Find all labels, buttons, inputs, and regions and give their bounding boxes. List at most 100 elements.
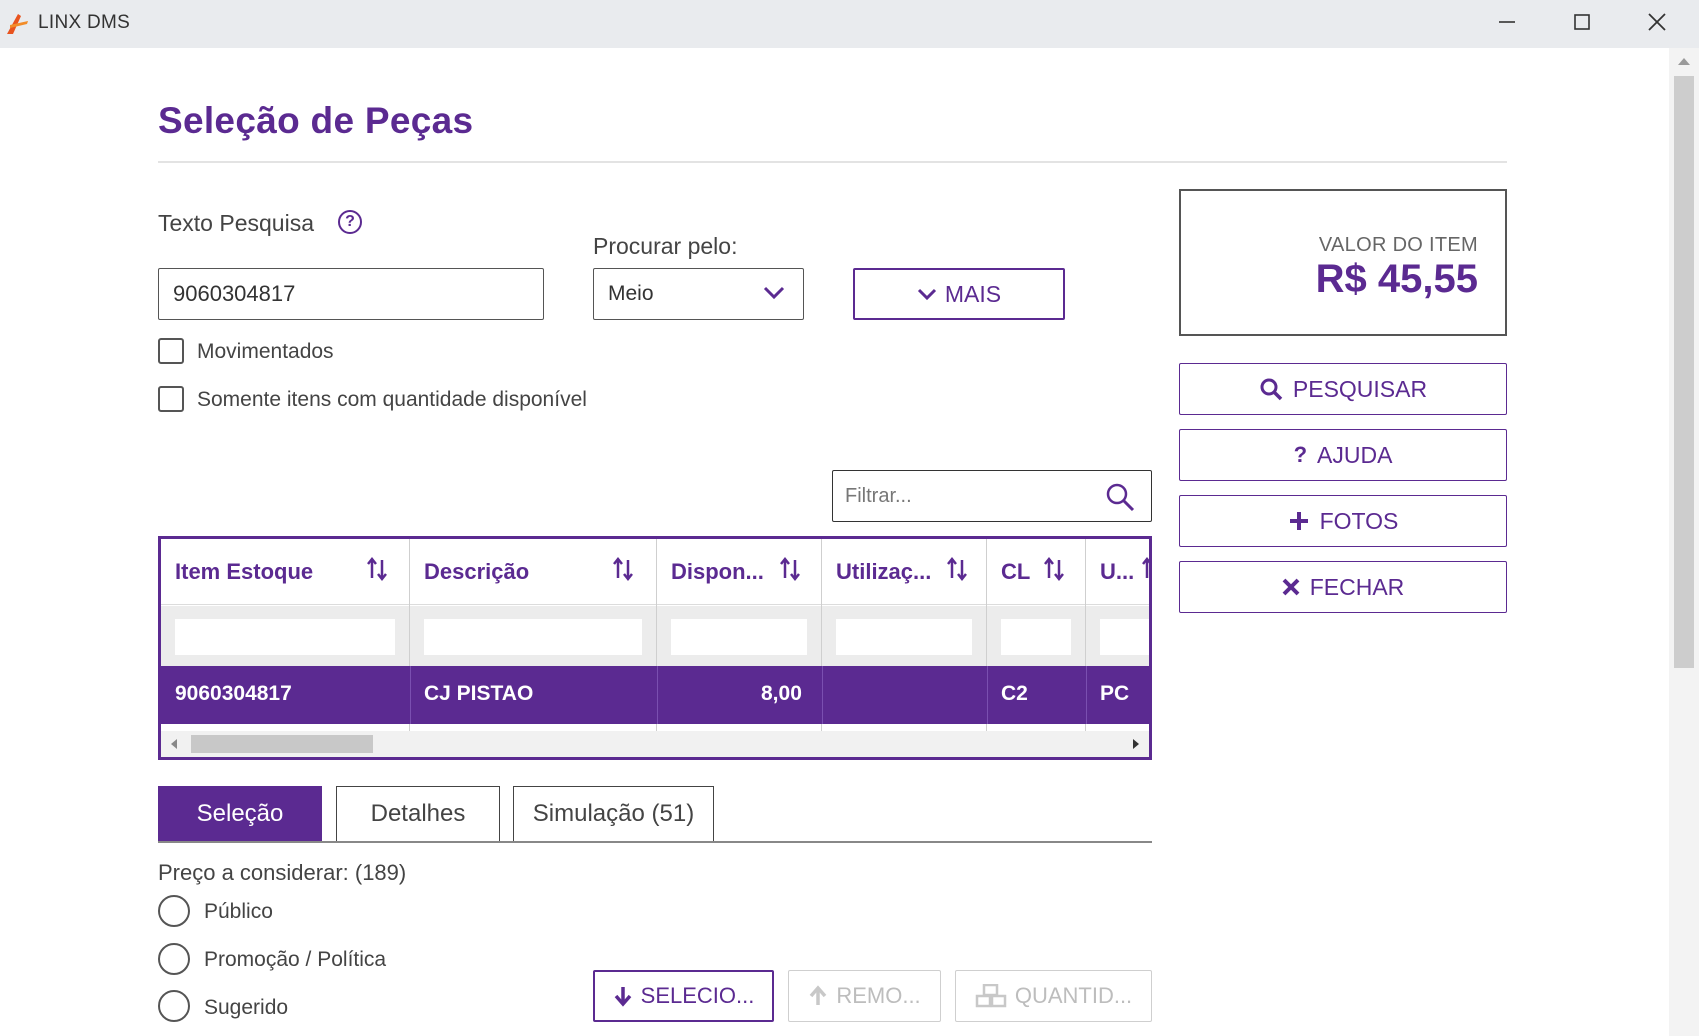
somente-disponivel-label: Somente itens com quantidade disponível <box>197 388 587 411</box>
column-header[interactable]: Descrição <box>410 539 656 605</box>
column-filter-input[interactable] <box>671 619 807 655</box>
sort-icon[interactable] <box>946 557 968 581</box>
radio-promocao[interactable] <box>158 943 190 975</box>
tab-detalhes[interactable]: Detalhes <box>336 786 500 842</box>
remover-label: REMO... <box>836 983 921 1008</box>
column-filter-cell <box>1086 606 1149 666</box>
procurar-label: Procurar pelo: <box>593 233 738 259</box>
ajuda-label: AJUDA <box>1317 441 1393 468</box>
close-icon <box>1282 578 1300 596</box>
column-filter-cell <box>822 606 986 666</box>
fechar-label: FECHAR <box>1309 573 1405 600</box>
row-divider <box>987 666 988 724</box>
cubes-icon <box>975 984 1007 1008</box>
minimize-icon <box>1499 21 1515 23</box>
row-divider <box>410 666 411 724</box>
mais-button-label: MAIS <box>944 280 1002 307</box>
preco-label: Preço a considerar: (189) <box>158 860 407 885</box>
question-icon: ? <box>1293 442 1308 467</box>
vertical-scrollbar[interactable] <box>1669 48 1699 1036</box>
filter-input[interactable] <box>845 483 1085 509</box>
column-header[interactable]: Item Estoque <box>161 539 409 605</box>
column-filter-input[interactable] <box>836 619 972 655</box>
column-header[interactable]: Dispon... <box>657 539 821 605</box>
sort-icon[interactable] <box>1043 557 1065 581</box>
column-filter-cell <box>657 606 821 666</box>
column-filter-cell <box>161 606 409 666</box>
column-header[interactable]: Utilizaç... <box>822 539 986 605</box>
ajuda-button[interactable]: ? AJUDA <box>1179 429 1507 481</box>
sort-icon[interactable] <box>1141 557 1152 581</box>
column-filter-cell <box>410 606 656 666</box>
sort-icon[interactable] <box>612 557 634 581</box>
tab-divider <box>158 841 1152 843</box>
column-filter-input[interactable] <box>1001 619 1071 655</box>
hscroll-thumb[interactable] <box>191 735 373 753</box>
row-divider <box>1086 666 1087 724</box>
valor-item-box: VALOR DO ITEM R$ 45,55 <box>1179 189 1507 336</box>
column-filter-input[interactable] <box>175 619 395 655</box>
somente-disponivel-checkbox[interactable] <box>158 386 184 412</box>
remover-button[interactable]: REMO... <box>788 970 941 1022</box>
horizontal-scrollbar[interactable] <box>161 731 1149 757</box>
fotos-button[interactable]: FOTOS <box>1179 495 1507 547</box>
pesquisar-button[interactable]: PESQUISAR <box>1179 363 1507 415</box>
procurar-select[interactable]: Meio <box>593 268 804 320</box>
column-header-label: Descrição <box>424 559 530 584</box>
column-header-label: Item Estoque <box>175 559 314 584</box>
chevron-down-icon <box>917 288 936 301</box>
scroll-left-arrow-icon[interactable] <box>171 739 177 749</box>
column-filter-input[interactable] <box>424 619 642 655</box>
row-divider <box>657 666 658 724</box>
sort-icon[interactable] <box>779 557 801 581</box>
quantidade-button[interactable]: QUANTID... <box>955 970 1152 1022</box>
radio-publico-label: Público <box>204 900 273 923</box>
quantidade-label: QUANTID... <box>1014 983 1133 1008</box>
cell-item-estoque: 9060304817 <box>175 682 292 705</box>
selecionar-label: SELECIO... <box>640 983 755 1008</box>
row-divider <box>822 666 823 724</box>
fechar-button[interactable]: FECHAR <box>1179 561 1507 613</box>
radio-publico[interactable] <box>158 895 190 927</box>
tab-selecao[interactable]: Seleção <box>158 786 322 842</box>
chevron-down-icon <box>763 286 785 300</box>
valor-item-caption: VALOR DO ITEM <box>1318 234 1478 256</box>
scroll-up-arrow-icon[interactable] <box>1678 58 1690 65</box>
cell-cl: C2 <box>1001 682 1028 705</box>
page-title: Seleção de Peças <box>158 100 474 141</box>
column-header-label: Utilizaç... <box>836 559 932 584</box>
column-filter-input[interactable] <box>1100 619 1149 655</box>
column-header[interactable]: U... <box>1086 539 1152 605</box>
cell-unidade: PC <box>1100 682 1130 705</box>
scroll-right-arrow-icon[interactable] <box>1133 739 1139 749</box>
mais-button[interactable]: MAIS <box>853 268 1065 320</box>
search-icon[interactable] <box>1105 482 1135 512</box>
minimize-button[interactable] <box>1470 0 1544 44</box>
search-text-label: Texto Pesquisa <box>158 210 314 236</box>
parts-grid: Item Estoque Descrição Dispon... Utiliza… <box>158 536 1152 760</box>
column-header-label: Dispon... <box>671 559 764 584</box>
window-title: LINX DMS <box>38 12 131 33</box>
search-input[interactable] <box>158 268 544 320</box>
movimentados-checkbox[interactable] <box>158 338 184 364</box>
radio-sugerido[interactable] <box>158 990 190 1022</box>
scrollbar-thumb[interactable] <box>1674 76 1694 668</box>
selecionar-button[interactable]: SELECIO... <box>593 970 774 1022</box>
tab-simulacao[interactable]: Simulação (51) <box>513 786 714 842</box>
radio-promocao-label: Promoção / Política <box>204 948 387 971</box>
arrow-up-icon <box>810 985 827 1005</box>
title-divider <box>158 161 1507 163</box>
close-window-button[interactable] <box>1620 0 1694 44</box>
linx-logo-icon <box>7 14 28 34</box>
fotos-label: FOTOS <box>1319 507 1399 534</box>
column-header[interactable]: CL <box>987 539 1085 605</box>
filter-box[interactable] <box>832 470 1152 522</box>
table-row[interactable]: 9060304817 CJ PISTAO 8,00 C2 PC <box>161 666 1149 724</box>
search-icon <box>1260 378 1283 401</box>
maximize-button[interactable] <box>1545 0 1619 44</box>
sort-icon[interactable] <box>366 557 388 581</box>
help-circle-icon[interactable]: ? <box>338 210 362 234</box>
column-header-label: U... <box>1100 559 1135 584</box>
pesquisar-label: PESQUISAR <box>1292 375 1428 402</box>
maximize-icon <box>1574 14 1590 30</box>
